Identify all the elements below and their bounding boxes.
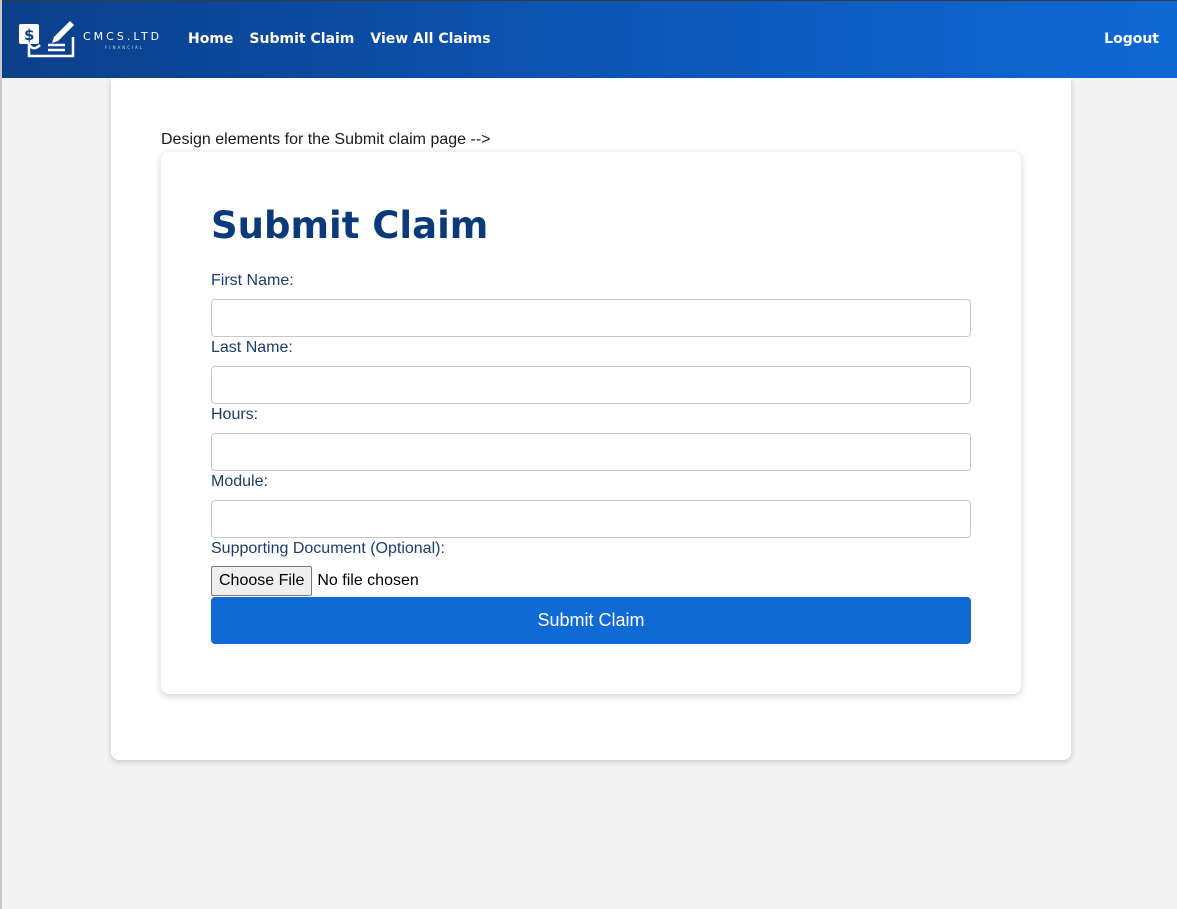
- logout-link[interactable]: Logout: [1104, 31, 1159, 47]
- first-name-input[interactable]: [211, 299, 971, 337]
- hours-input[interactable]: [211, 433, 971, 471]
- design-comment-text: Design elements for the Submit claim pag…: [161, 131, 491, 148]
- module-label: Module:: [211, 473, 268, 490]
- brand-logo[interactable]: $ CMCS.LTD FINANCIAL: [18, 19, 168, 61]
- form-title: Submit Claim: [211, 204, 489, 247]
- submit-claim-form: Submit Claim First Name: Last Name: Hour…: [161, 152, 1021, 694]
- window-edge: [0, 0, 2, 909]
- nav-home-link[interactable]: Home: [188, 31, 233, 47]
- nav-submit-claim-link[interactable]: Submit Claim: [249, 31, 354, 47]
- module-input[interactable]: [211, 500, 971, 538]
- nav-view-all-claims-link[interactable]: View All Claims: [370, 31, 490, 47]
- navbar: $ CMCS.LTD FINANCIAL Home Submit Claim V…: [2, 0, 1177, 78]
- submit-claim-button[interactable]: Submit Claim: [211, 597, 971, 644]
- last-name-label: Last Name:: [211, 339, 293, 356]
- choose-file-button[interactable]: Choose File: [211, 566, 313, 596]
- content-container: Design elements for the Submit claim pag…: [111, 78, 1071, 760]
- brand-name: CMCS.LTD: [83, 30, 163, 43]
- first-name-label: First Name:: [211, 272, 294, 289]
- supporting-document-label: Supporting Document (Optional):: [211, 540, 445, 557]
- svg-text:$: $: [24, 26, 34, 44]
- file-input: Choose File No file chosen: [211, 566, 419, 596]
- nav-links: Home Submit Claim View All Claims: [188, 31, 491, 47]
- brand-tagline: FINANCIAL: [105, 45, 145, 50]
- hours-label: Hours:: [211, 406, 259, 423]
- file-status-text: No file chosen: [317, 572, 419, 589]
- last-name-input[interactable]: [211, 366, 971, 404]
- dollar-document-pen-icon: $: [19, 21, 75, 58]
